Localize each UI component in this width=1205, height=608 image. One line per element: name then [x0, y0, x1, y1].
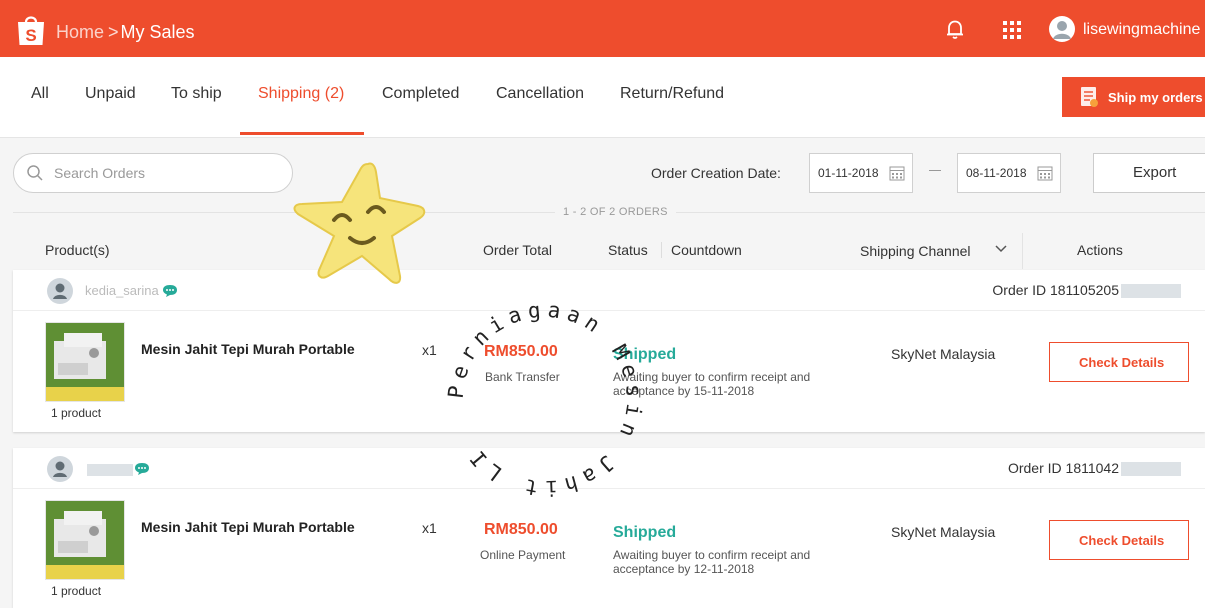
ship-orders-icon: [1081, 87, 1098, 107]
redacted-block: [1121, 462, 1181, 477]
shipping-channel: SkyNet Malaysia: [891, 524, 996, 540]
redacted-block: [87, 463, 133, 476]
status-tabs: All Unpaid To ship Shipping (2) Complete…: [0, 57, 1205, 138]
page-title: My Sales: [120, 22, 195, 42]
tab-unpaid[interactable]: Unpaid: [85, 85, 136, 103]
tab-return-refund[interactable]: Return/Refund: [620, 85, 724, 103]
watermark-stamp: Perniagaan Mesin Jahit LI: [444, 298, 647, 501]
buyer-username-text: kedia_sarina: [85, 283, 159, 298]
product-image[interactable]: [45, 322, 125, 402]
ship-my-orders-button[interactable]: Ship my orders: [1062, 77, 1205, 117]
check-details-button[interactable]: Check Details: [1049, 342, 1189, 382]
apps-grid-icon[interactable]: [1002, 20, 1022, 40]
svg-text:S: S: [25, 26, 36, 45]
watermark-text: Perniagaan Mesin Jahit LI: [444, 298, 641, 501]
product-name[interactable]: Mesin Jahit Tepi Murah Portable: [141, 519, 355, 535]
date-to-field[interactable]: 08-11-2018: [957, 153, 1061, 193]
product-quantity: x1: [422, 520, 437, 536]
buyer-username[interactable]: [85, 461, 133, 476]
product-name[interactable]: Mesin Jahit Tepi Murah Portable: [141, 341, 355, 357]
tab-shipping-count: (2): [324, 85, 345, 102]
export-button[interactable]: Export: [1093, 153, 1205, 193]
tab-cancellation[interactable]: Cancellation: [496, 85, 584, 103]
column-order-total: Order Total: [483, 242, 552, 258]
calendar-icon: [1037, 166, 1053, 181]
column-separator: [1022, 233, 1023, 269]
redacted-block: [1121, 284, 1181, 299]
buyer-avatar-icon: [47, 278, 73, 304]
tab-all[interactable]: All: [31, 85, 49, 103]
column-products: Product(s): [45, 242, 110, 258]
breadcrumb-separator: >: [108, 22, 119, 42]
tab-shipping[interactable]: Shipping (2): [258, 85, 344, 103]
column-shipping-channel[interactable]: Shipping Channel: [860, 243, 971, 259]
product-count: 1 product: [51, 584, 102, 598]
buyer-username[interactable]: kedia_sarina: [85, 283, 159, 298]
search-orders-field[interactable]: Search Orders: [13, 153, 293, 193]
export-label: Export: [1133, 164, 1177, 181]
order-id: Order ID 181105205: [992, 282, 1181, 299]
check-details-label: Check Details: [1079, 533, 1165, 548]
orders-count: 1 - 2 OF 2 ORDERS: [555, 206, 676, 218]
date-range-separator: [929, 170, 941, 171]
ship-my-orders-label: Ship my orders: [1108, 90, 1203, 105]
product-quantity: x1: [422, 342, 437, 358]
chat-icon[interactable]: [134, 462, 150, 476]
payment-method: Online Payment: [480, 548, 566, 562]
chat-icon[interactable]: [162, 284, 178, 298]
status-description: Awaiting buyer to confirm receipt and ac…: [613, 548, 811, 576]
order-creation-date-label: Order Creation Date:: [651, 165, 781, 181]
user-avatar-icon[interactable]: [1049, 16, 1075, 42]
chevron-down-icon[interactable]: [994, 244, 1008, 254]
order-total: RM850.00: [484, 521, 558, 538]
status-badge: Shipped: [613, 524, 677, 541]
star-sticker-icon: [293, 162, 426, 284]
date-from-value: 01-11-2018: [818, 166, 879, 180]
order-id-text: Order ID 181105205: [992, 282, 1119, 298]
check-details-label: Check Details: [1079, 355, 1165, 370]
buyer-avatar-icon: [47, 456, 73, 482]
order-id-text: Order ID 1811042: [1007, 460, 1119, 476]
breadcrumb: Home > My Sales: [56, 22, 195, 43]
order-id: Order ID 1811042: [1007, 460, 1181, 477]
date-from-field[interactable]: 01-11-2018: [809, 153, 913, 193]
tab-to-ship[interactable]: To ship: [171, 85, 222, 103]
bell-icon[interactable]: [944, 18, 966, 40]
column-status: Status: [608, 242, 648, 258]
check-details-button[interactable]: Check Details: [1049, 520, 1189, 560]
svg-text:Perniagaan Mesin Jahit LI: Perniagaan Mesin Jahit LI: [444, 298, 647, 501]
calendar-icon: [889, 166, 905, 181]
product-image[interactable]: [45, 500, 125, 580]
tab-shipping-label: Shipping: [258, 85, 321, 102]
breadcrumb-home[interactable]: Home: [56, 22, 104, 42]
shipping-channel: SkyNet Malaysia: [891, 346, 996, 362]
top-bar: S Home > My Sales lisewingmachine: [0, 0, 1205, 57]
tab-completed[interactable]: Completed: [382, 85, 459, 103]
product-count: 1 product: [51, 406, 102, 420]
column-countdown[interactable]: Countdown: [671, 242, 742, 258]
active-tab-indicator: [240, 132, 364, 135]
date-to-value: 08-11-2018: [966, 166, 1027, 180]
search-placeholder: Search Orders: [54, 165, 146, 181]
column-actions: Actions: [1077, 242, 1123, 258]
shopee-bag-icon[interactable]: S: [16, 13, 46, 47]
account-username[interactable]: lisewingmachine: [1083, 21, 1200, 39]
column-separator: [661, 242, 662, 258]
search-icon: [27, 165, 43, 181]
